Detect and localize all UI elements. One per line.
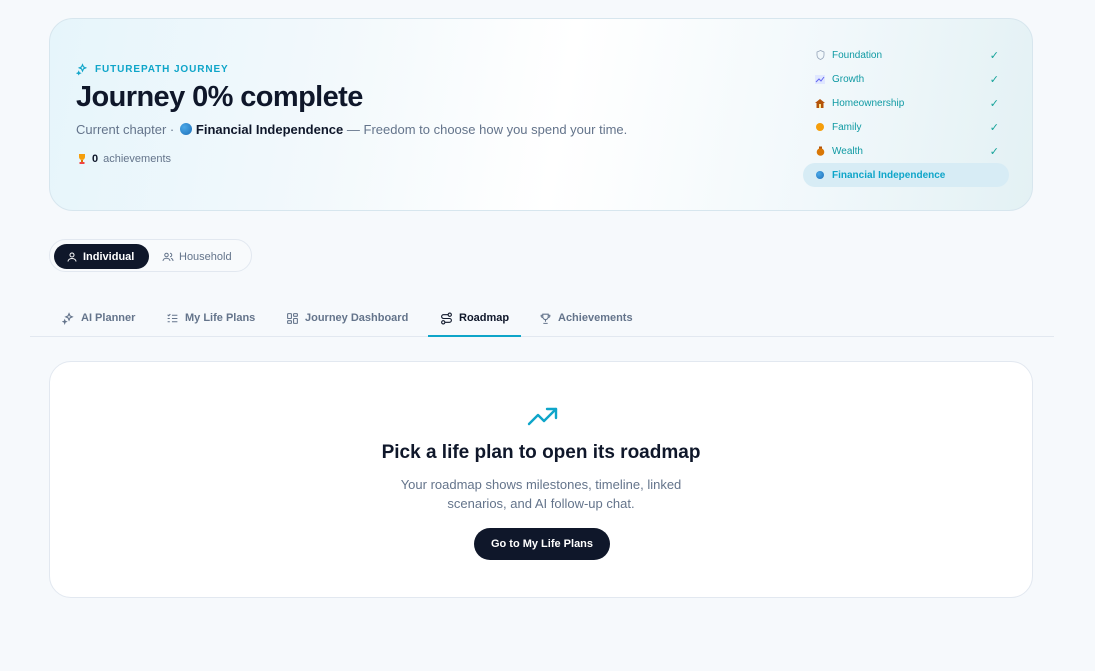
grid-icon — [287, 312, 298, 324]
check-icon: ✓ — [989, 97, 999, 110]
individual-toggle[interactable]: Individual — [54, 244, 149, 269]
household-label: Household — [179, 250, 232, 263]
main-tabs: AI Planner My Life Plans Journey Dashboa… — [30, 300, 1054, 337]
user-icon — [67, 252, 77, 262]
tab-ai-planner[interactable]: AI Planner — [62, 300, 135, 336]
users-icon — [162, 252, 174, 261]
journey-stages: Foundation ✓ Growth ✓ Homeownership ✓ Fa… — [803, 43, 1009, 187]
roadmap-empty-state: Pick a life plan to open its roadmap You… — [49, 361, 1033, 598]
household-toggle[interactable]: Household — [150, 244, 250, 269]
house-icon — [813, 98, 827, 108]
journey-title: Journey 0% complete — [76, 81, 363, 113]
stage-label: Financial Independence — [832, 169, 946, 181]
trophy-icon — [540, 313, 551, 324]
trophy-icon — [79, 154, 85, 164]
chapter-prefix: Current chapter · — [76, 122, 175, 137]
stage-label: Family — [832, 121, 862, 133]
tab-achievements[interactable]: Achievements — [539, 300, 633, 336]
money-bag-icon — [813, 146, 827, 156]
tab-label: My Life Plans — [185, 312, 256, 324]
check-icon: ✓ — [989, 121, 999, 134]
stage-label: Homeownership — [832, 97, 905, 109]
stage-homeownership[interactable]: Homeownership ✓ — [803, 91, 1009, 115]
family-icon — [813, 123, 827, 131]
kicker: FUTUREPATH JOURNEY — [76, 63, 229, 76]
journey-hero: FUTUREPATH JOURNEY Journey 0% complete C… — [49, 18, 1033, 211]
tab-roadmap[interactable]: Roadmap — [427, 300, 522, 337]
stage-wealth[interactable]: Wealth ✓ — [803, 139, 1009, 163]
kicker-label: FUTUREPATH JOURNEY — [95, 64, 229, 75]
check-icon: ✓ — [989, 49, 999, 62]
trending-up-icon — [527, 407, 558, 426]
check-icon: ✓ — [989, 73, 999, 86]
individual-label: Individual — [83, 250, 135, 263]
sparkles-icon — [62, 311, 74, 325]
check-icon: ✓ — [989, 145, 999, 158]
stage-label: Growth — [832, 73, 865, 85]
chapter-description: — Freedom to choose how you spend your t… — [346, 122, 628, 137]
tab-label: AI Planner — [81, 312, 136, 324]
tab-label: Roadmap — [459, 312, 510, 324]
tab-label: Journey Dashboard — [305, 312, 409, 324]
sparkles-icon — [76, 63, 88, 76]
list-icon — [167, 313, 178, 322]
stage-label: Wealth — [832, 145, 863, 157]
go-to-life-plans-button[interactable]: Go to My Life Plans — [474, 528, 610, 560]
chapter-name: Financial Independence — [195, 122, 344, 137]
tab-my-life-plans[interactable]: My Life Plans — [166, 300, 255, 336]
tab-label: Achievements — [558, 312, 633, 324]
chart-icon — [813, 74, 827, 84]
stage-label: Foundation — [832, 49, 883, 61]
stage-growth[interactable]: Growth ✓ — [803, 67, 1009, 91]
achievements-label: achievements — [103, 153, 171, 165]
stage-financial-independence[interactable]: Financial Independence — [803, 163, 1009, 187]
achievements-count: 0 — [92, 153, 99, 165]
globe-icon — [179, 123, 192, 135]
shield-icon — [813, 50, 827, 60]
globe-icon — [813, 171, 827, 179]
empty-state-description: Your roadmap shows milestones, timeline,… — [400, 477, 682, 511]
stage-foundation[interactable]: Foundation ✓ — [803, 43, 1009, 67]
tab-journey-dashboard[interactable]: Journey Dashboard — [286, 300, 408, 336]
route-icon — [441, 312, 452, 324]
mode-toggle: Individual Household — [49, 239, 252, 272]
current-chapter: Current chapter · Financial Independence… — [76, 122, 627, 137]
achievements-summary: 0 achievements — [77, 153, 171, 165]
stage-family[interactable]: Family ✓ — [803, 115, 1009, 139]
empty-state-title: Pick a life plan to open its roadmap — [381, 442, 701, 463]
